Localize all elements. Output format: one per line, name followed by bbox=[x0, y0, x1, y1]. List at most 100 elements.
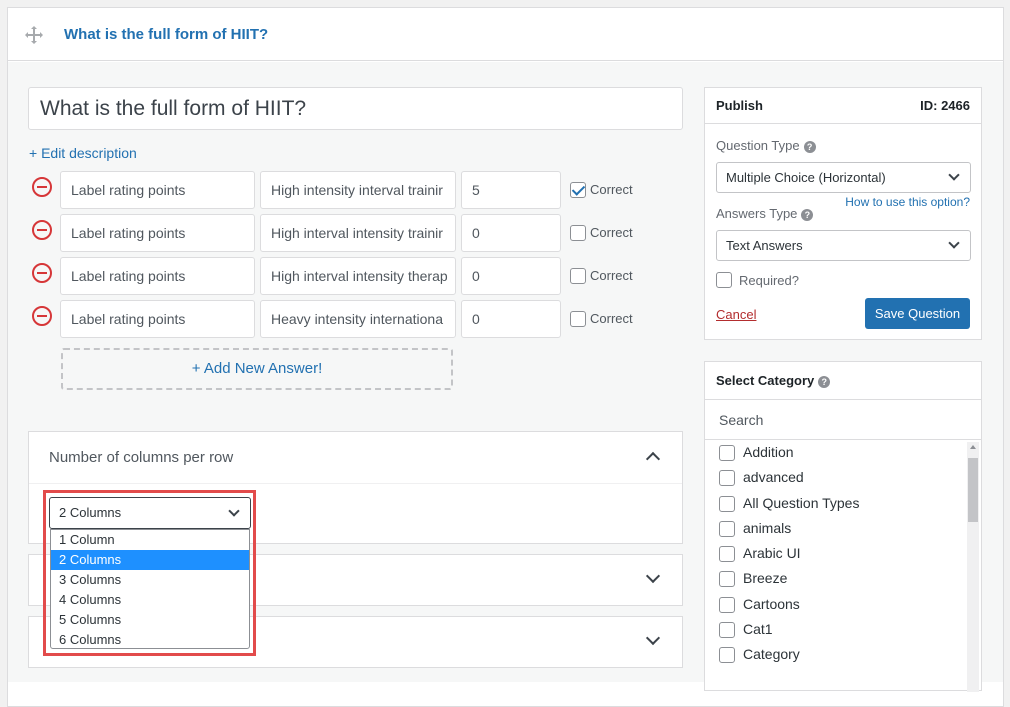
category-header: Select Category? bbox=[705, 362, 981, 400]
category-item[interactable]: Cartoons bbox=[705, 593, 965, 618]
category-checkbox[interactable] bbox=[719, 622, 735, 639]
columns-option[interactable]: 3 Columns bbox=[51, 570, 249, 590]
category-checkbox[interactable] bbox=[719, 445, 735, 461]
scroll-up-arrow-icon[interactable] bbox=[970, 445, 976, 449]
save-question-button[interactable]: Save Question bbox=[865, 298, 970, 329]
answers-type-label: Answers Type? bbox=[716, 206, 814, 221]
header-title[interactable]: What is the full form of HIIT? bbox=[64, 26, 268, 43]
correct-checkbox[interactable] bbox=[570, 268, 586, 284]
category-item[interactable]: Cat1 bbox=[705, 618, 965, 643]
category-checkbox[interactable] bbox=[719, 470, 735, 487]
category-item[interactable]: Breeze bbox=[705, 567, 965, 592]
answers-type-value: Text Answers bbox=[726, 238, 803, 253]
category-search-input[interactable]: Search bbox=[705, 400, 981, 440]
chevron-down-icon[interactable] bbox=[645, 568, 661, 584]
category-checkbox[interactable] bbox=[719, 546, 735, 563]
correct-checkbox[interactable] bbox=[570, 182, 586, 198]
help-icon[interactable]: ? bbox=[801, 208, 814, 221]
answer-points-field[interactable]: 5 bbox=[461, 171, 561, 209]
question-header: What is the full form of HIIT? bbox=[7, 7, 1004, 61]
category-item[interactable]: advanced bbox=[705, 466, 965, 491]
remove-answer-icon[interactable] bbox=[32, 177, 52, 197]
answer-text-field[interactable]: Heavy intensity internationa bbox=[260, 300, 456, 338]
answers-type-label-text: Answers Type bbox=[716, 206, 798, 221]
category-checkbox[interactable] bbox=[719, 571, 735, 588]
answer-row: Label rating points High interval intens… bbox=[32, 214, 652, 252]
category-checkbox[interactable] bbox=[719, 647, 735, 664]
category-item-label: Arabic UI bbox=[743, 545, 801, 562]
columns-option[interactable]: 5 Columns bbox=[51, 610, 249, 630]
answer-points-field[interactable]: 0 bbox=[461, 300, 561, 338]
answer-label-field[interactable]: Label rating points bbox=[60, 171, 255, 209]
columns-panel-title: Number of columns per row bbox=[49, 449, 234, 466]
category-list: Addition advanced All Question Types ani… bbox=[705, 441, 965, 669]
chevron-down-icon bbox=[228, 505, 240, 517]
category-item[interactable]: Category bbox=[705, 643, 965, 668]
category-item-label: advanced bbox=[743, 469, 804, 486]
answer-text-field[interactable]: High interval intensity therap bbox=[260, 257, 456, 295]
help-icon[interactable]: ? bbox=[803, 140, 816, 153]
help-icon[interactable]: ? bbox=[818, 375, 831, 388]
edit-description-link[interactable]: + Edit description bbox=[29, 145, 137, 161]
category-checkbox[interactable] bbox=[719, 596, 735, 613]
category-item-label: Addition bbox=[743, 444, 794, 460]
cancel-link[interactable]: Cancel bbox=[716, 307, 756, 322]
answer-row: Label rating points High interval intens… bbox=[32, 257, 652, 295]
chevron-down-icon bbox=[948, 169, 960, 181]
columns-option[interactable]: 4 Columns bbox=[51, 590, 249, 610]
category-item-label: animals bbox=[743, 519, 792, 536]
publish-header: Publish ID: 2466 bbox=[705, 88, 981, 124]
scrollbar-thumb[interactable] bbox=[968, 458, 978, 522]
columns-option[interactable]: 1 Column bbox=[51, 530, 249, 550]
category-item[interactable]: Addition bbox=[705, 441, 965, 466]
answer-label-field[interactable]: Label rating points bbox=[60, 300, 255, 338]
answers-type-select[interactable]: Text Answers bbox=[716, 230, 971, 261]
add-new-answer-button[interactable]: + Add New Answer! bbox=[61, 348, 453, 390]
category-item[interactable]: Arabic UI bbox=[705, 542, 965, 567]
chevron-down-icon bbox=[948, 237, 960, 249]
correct-checkbox[interactable] bbox=[570, 311, 586, 327]
correct-checkbox[interactable] bbox=[570, 225, 586, 241]
correct-label: Correct bbox=[590, 268, 633, 283]
columns-select[interactable]: 2 Columns bbox=[49, 497, 251, 529]
category-item[interactable]: All Question Types bbox=[705, 492, 965, 517]
question-id: ID: 2466 bbox=[920, 98, 970, 113]
question-type-label-text: Question Type bbox=[716, 138, 800, 153]
columns-panel-header[interactable]: Number of columns per row bbox=[29, 432, 682, 484]
answer-points-field[interactable]: 0 bbox=[461, 257, 561, 295]
category-item-label: All Question Types bbox=[743, 494, 860, 511]
publish-title: Publish bbox=[716, 98, 763, 113]
remove-answer-icon[interactable] bbox=[32, 263, 52, 283]
required-label: Required? bbox=[739, 273, 799, 288]
category-checkbox[interactable] bbox=[719, 520, 735, 537]
correct-label: Correct bbox=[590, 311, 633, 326]
columns-option-selected[interactable]: 2 Columns bbox=[51, 550, 249, 570]
chevron-up-icon[interactable] bbox=[645, 451, 661, 467]
answer-label-field[interactable]: Label rating points bbox=[60, 257, 255, 295]
answer-points-field[interactable]: 0 bbox=[461, 214, 561, 252]
category-item-label: Cartoons bbox=[743, 595, 800, 612]
remove-answer-icon[interactable] bbox=[32, 220, 52, 240]
chevron-down-icon[interactable] bbox=[645, 630, 661, 646]
answer-text-field[interactable]: High interval intensity trainir bbox=[260, 214, 456, 252]
columns-option[interactable]: 6 Columns bbox=[51, 630, 249, 650]
how-to-use-link[interactable]: How to use this option? bbox=[845, 195, 970, 209]
answer-label-field[interactable]: Label rating points bbox=[60, 214, 255, 252]
category-item[interactable]: animals bbox=[705, 517, 965, 542]
remove-answer-icon[interactable] bbox=[32, 306, 52, 326]
question-title-input[interactable]: What is the full form of HIIT? bbox=[28, 87, 683, 130]
question-type-select[interactable]: Multiple Choice (Horizontal) bbox=[716, 162, 971, 193]
category-item-label: Breeze bbox=[743, 570, 788, 587]
move-icon[interactable] bbox=[24, 25, 44, 45]
category-checkbox[interactable] bbox=[719, 495, 735, 512]
question-type-value: Multiple Choice (Horizontal) bbox=[726, 170, 886, 185]
required-checkbox[interactable] bbox=[716, 272, 732, 288]
columns-options-list: 1 Column 2 Columns 3 Columns 4 Columns 5… bbox=[50, 529, 250, 649]
correct-label: Correct bbox=[590, 225, 633, 240]
question-type-label: Question Type? bbox=[716, 138, 816, 153]
category-title: Select Category bbox=[716, 373, 815, 388]
category-box: Select Category? Search Addition advance… bbox=[704, 361, 982, 692]
correct-label: Correct bbox=[590, 182, 633, 197]
answer-row: Label rating points Heavy intensity inte… bbox=[32, 300, 652, 338]
answer-text-field[interactable]: High intensity interval trainir bbox=[260, 171, 456, 209]
